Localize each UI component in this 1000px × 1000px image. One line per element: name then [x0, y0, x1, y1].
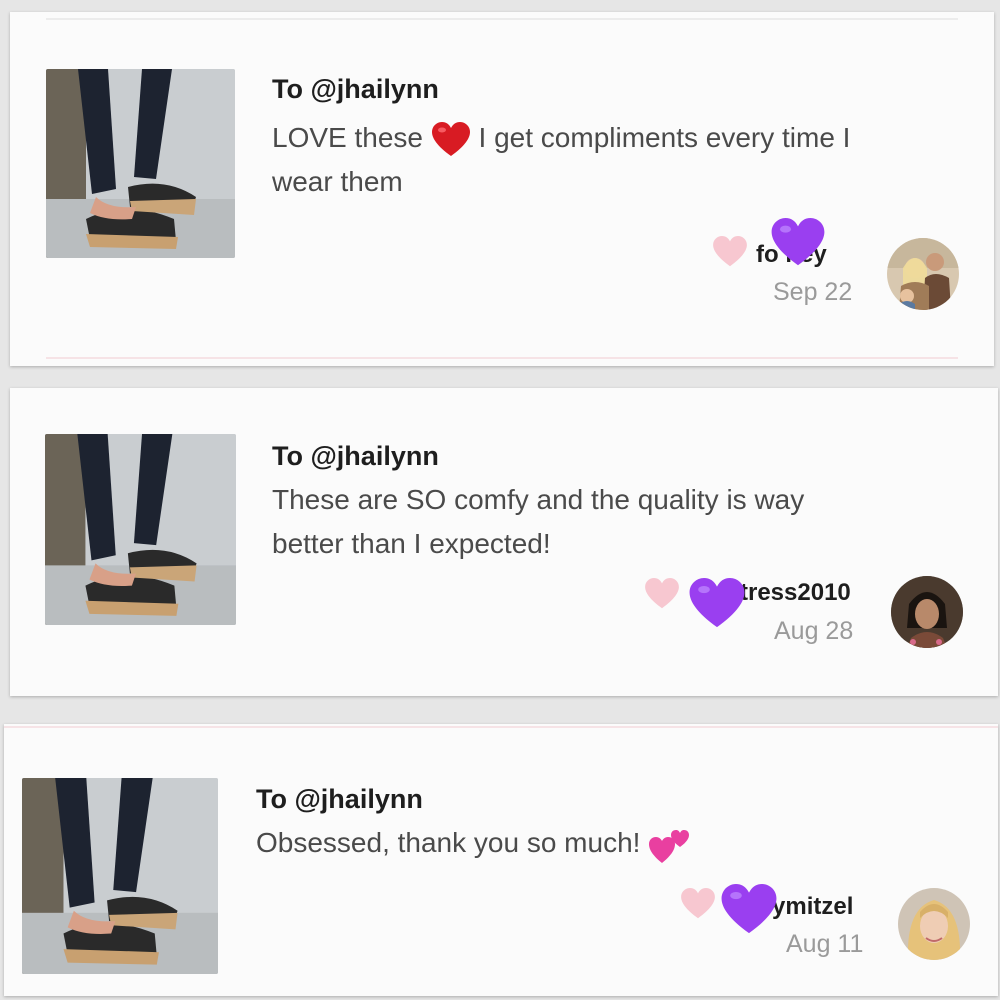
avatar-photo-icon	[887, 238, 959, 310]
purple-heart-icon	[689, 578, 745, 628]
sandals-photo-icon	[22, 778, 218, 974]
purple-heart-icon	[771, 218, 825, 266]
red-heart-icon	[431, 121, 470, 156]
card-divider	[46, 18, 958, 20]
product-thumbnail[interactable]	[45, 434, 236, 625]
like-heart-icon[interactable]	[644, 578, 680, 610]
avatar-photo-icon	[898, 888, 970, 960]
reviewer-username[interactable]: ymitzel	[772, 893, 853, 921]
review-recipient: To @jhailynn	[272, 441, 439, 471]
review-card: To @jhailynn Obsessed, thank you so much…	[4, 724, 998, 996]
reviewer-username[interactable]: tress2010	[740, 579, 851, 607]
review-message-text: better than I expected!	[272, 528, 551, 559]
card-divider	[4, 726, 998, 728]
two-hearts-icon	[649, 829, 690, 863]
reviewer-avatar[interactable]	[898, 888, 970, 960]
review-message: These are SO comfy and the quality is wa…	[272, 478, 972, 566]
reviewer-avatar[interactable]	[891, 576, 963, 648]
review-recipient: To @jhailynn	[272, 74, 439, 104]
avatar-photo-icon	[891, 576, 963, 648]
review-message-text: Obsessed, thank you so much!	[256, 827, 641, 858]
review-message-text: wear them	[272, 166, 403, 197]
review-message-text: LOVE these	[272, 122, 423, 153]
review-message: LOVE these I get compliments every time …	[272, 116, 972, 204]
review-message: Obsessed, thank you so much!	[256, 821, 956, 865]
product-thumbnail[interactable]	[22, 778, 218, 974]
product-thumbnail[interactable]	[46, 69, 235, 258]
sandals-photo-icon	[46, 69, 235, 258]
review-date: Aug 11	[786, 930, 864, 958]
like-heart-icon[interactable]	[680, 888, 716, 920]
review-date: Aug 28	[774, 617, 854, 645]
card-divider	[46, 357, 958, 359]
review-date: Sep 22	[773, 278, 853, 306]
review-message-text: These are SO comfy and the quality is wa…	[272, 484, 805, 515]
review-recipient: To @jhailynn	[256, 784, 423, 814]
reviewer-avatar[interactable]	[887, 238, 959, 310]
purple-heart-icon	[721, 884, 777, 934]
review-card: To @jhailynn These are SO comfy and the …	[10, 388, 998, 696]
review-card: To @jhailynn LOVE these I get compliment…	[10, 12, 994, 366]
like-heart-icon[interactable]	[712, 236, 748, 268]
sandals-photo-icon	[45, 434, 236, 625]
review-message-text: I get compliments every time I	[478, 122, 851, 153]
